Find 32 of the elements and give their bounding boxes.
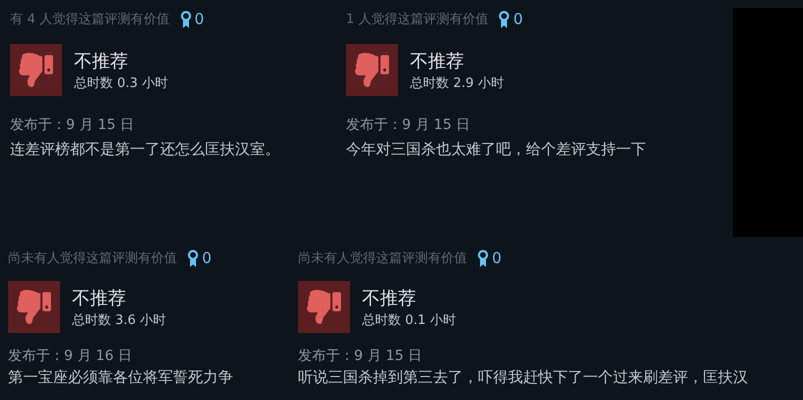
helpful-count: 尚未有人觉得这篇评测有价值 [298,250,467,267]
playtime: 总时数 0.1 小时 [362,312,456,328]
review-verdict: 不推荐 [362,286,417,310]
playtime: 总时数 2.9 小时 [410,74,504,92]
playtime: 总时数 0.3 小时 [74,74,168,92]
thumbs-down-icon [10,44,62,96]
helpful-count: 1 人觉得这篇评测有价值 [346,11,488,28]
post-date: 发布于：9 月 15 日 [298,347,422,365]
helpful-count: 有 4 人觉得这篇评测有价值 [10,11,170,28]
playtime: 总时数 3.6 小时 [72,312,166,328]
award-icon [477,250,489,266]
post-date: 发布于：9 月 16 日 [8,347,132,365]
award-icon [498,10,510,28]
helpful-count: 尚未有人觉得这篇评测有价值 [8,250,177,267]
thumbs-down-icon [8,281,60,333]
thumbs-down-icon [346,44,398,96]
award-count: 0 [513,10,523,28]
review-verdict: 不推荐 [74,50,129,72]
review-text: 第一宝座必须靠各位将军誓死力争 [8,368,233,387]
post-date: 发布于：9 月 15 日 [10,116,134,134]
review-text: 今年对三国杀也太难了吧，给个差评支持一下 [346,140,646,159]
award-count: 0 [194,10,204,28]
thumbs-down-icon [298,281,350,333]
award-icon [180,10,192,28]
post-date: 发布于：9 月 15 日 [346,116,470,134]
award-count: 0 [202,249,212,267]
review-text: 连差评榜都不是第一了还怎么匡扶汉室。 [10,140,280,159]
award-count: 0 [492,249,502,267]
review-text: 听说三国杀掉到第三去了，吓得我赶快下了一个过来刷差评，匡扶汉 [298,368,748,387]
review-verdict: 不推荐 [410,50,465,72]
award-icon [187,250,199,266]
review-verdict: 不推荐 [72,286,127,310]
